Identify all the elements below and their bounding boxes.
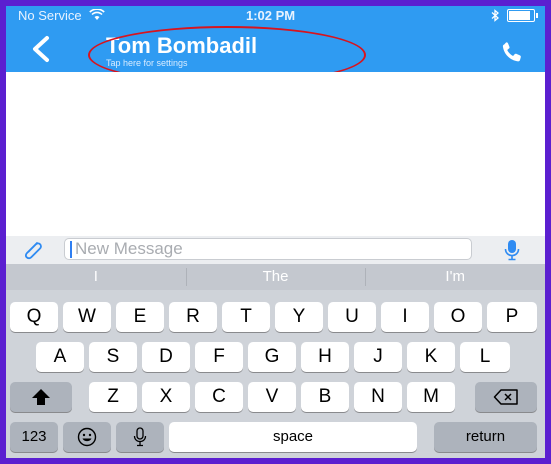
message-thread <box>6 72 545 236</box>
suggestion-2[interactable]: The <box>185 264 366 290</box>
bluetooth-icon <box>491 9 499 22</box>
key-t[interactable]: T <box>222 302 270 332</box>
key-y[interactable]: Y <box>275 302 323 332</box>
space-key[interactable]: space <box>169 422 417 452</box>
key-z[interactable]: Z <box>89 382 137 412</box>
emoji-icon <box>77 427 97 447</box>
phone-icon[interactable] <box>499 40 525 66</box>
status-carrier: No Service <box>18 8 105 23</box>
key-p[interactable]: P <box>487 302 537 332</box>
predictive-bar: I The I'm <box>6 264 545 290</box>
return-key[interactable]: return <box>434 422 537 452</box>
back-chevron-icon[interactable] <box>28 34 54 64</box>
emoji-key[interactable] <box>63 422 111 452</box>
message-input[interactable]: New Message <box>64 238 472 260</box>
key-m[interactable]: M <box>407 382 455 412</box>
paperclip-icon[interactable] <box>22 240 44 260</box>
key-o[interactable]: O <box>434 302 482 332</box>
message-placeholder: New Message <box>75 239 183 258</box>
key-d[interactable]: D <box>142 342 190 372</box>
key-l[interactable]: L <box>460 342 510 372</box>
dictation-icon <box>133 427 147 447</box>
numbers-key[interactable]: 123 <box>10 422 58 452</box>
backspace-key[interactable] <box>475 382 537 412</box>
key-n[interactable]: N <box>354 382 402 412</box>
status-right <box>491 9 538 22</box>
dictation-key[interactable] <box>116 422 164 452</box>
key-u[interactable]: U <box>328 302 376 332</box>
key-j[interactable]: J <box>354 342 402 372</box>
suggestion-3[interactable]: I'm <box>365 264 545 290</box>
key-e[interactable]: E <box>116 302 164 332</box>
annotation-frame: No Service 1:02 PM Tom Bombadil Tap here… <box>0 0 551 464</box>
key-q[interactable]: Q <box>10 302 58 332</box>
status-time: 1:02 PM <box>246 8 296 23</box>
microphone-icon[interactable] <box>504 239 520 261</box>
key-c[interactable]: C <box>195 382 243 412</box>
status-bar: No Service 1:02 PM <box>6 6 545 26</box>
key-g[interactable]: G <box>248 342 296 372</box>
key-w[interactable]: W <box>63 302 111 332</box>
key-b[interactable]: B <box>301 382 349 412</box>
key-r[interactable]: R <box>169 302 217 332</box>
shift-icon <box>32 389 50 405</box>
composer-bar: New Message <box>6 236 545 264</box>
key-f[interactable]: F <box>195 342 243 372</box>
key-x[interactable]: X <box>142 382 190 412</box>
key-h[interactable]: H <box>301 342 349 372</box>
key-i[interactable]: I <box>381 302 429 332</box>
text-cursor <box>70 241 72 258</box>
key-k[interactable]: K <box>407 342 455 372</box>
conversation-header: No Service 1:02 PM Tom Bombadil Tap here… <box>6 6 545 84</box>
shift-key[interactable] <box>10 382 72 412</box>
suggestion-1[interactable]: I <box>6 264 186 290</box>
wifi-icon <box>89 8 105 20</box>
battery-icon <box>507 9 538 22</box>
keyboard: Q W E R T Y U I O P A S D F G H J K L Z … <box>6 290 545 458</box>
carrier-text: No Service <box>18 8 82 23</box>
key-v[interactable]: V <box>248 382 296 412</box>
key-a[interactable]: A <box>36 342 84 372</box>
key-s[interactable]: S <box>89 342 137 372</box>
backspace-icon <box>493 389 518 405</box>
